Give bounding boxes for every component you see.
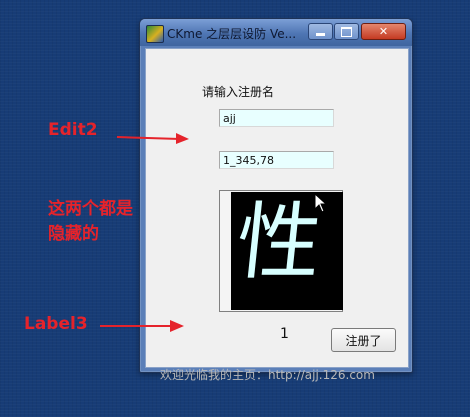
annotation-arrow-label3: [100, 320, 184, 332]
title-bar[interactable]: CKme 之层层设防 Ve... ✕: [140, 19, 412, 46]
minimize-button[interactable]: [308, 23, 333, 40]
annotation-label3: Label3: [24, 314, 88, 334]
maximize-icon: [341, 26, 352, 37]
prompt-label: 请输入注册名: [202, 85, 275, 99]
minimize-icon: [316, 33, 325, 36]
captcha-image-frame: 性: [219, 190, 343, 312]
close-button[interactable]: ✕: [361, 23, 406, 40]
edit2-input[interactable]: [219, 151, 334, 169]
annotation-arrow-edit2: [116, 133, 189, 144]
annotation-edit2: Edit2: [48, 120, 98, 140]
maximize-button[interactable]: [334, 23, 359, 40]
mouse-cursor-icon: [314, 193, 328, 213]
edit1-input[interactable]: [219, 109, 334, 127]
number-label: 1: [280, 326, 289, 342]
window-title: CKme 之层层设防 Ve...: [167, 27, 297, 41]
close-icon: ✕: [378, 25, 389, 38]
captcha-character: 性: [231, 193, 327, 291]
app-icon[interactable]: [146, 25, 164, 43]
register-button[interactable]: 注册了: [331, 328, 396, 352]
annotation-hidden: 这两个都是 隐藏的: [48, 197, 133, 247]
annotation-hidden-line2: 隐藏的: [48, 224, 99, 244]
annotation-hidden-line1: 这两个都是: [48, 199, 133, 219]
homepage-label[interactable]: 欢迎光临我的主页：http://ajj.126.com: [160, 366, 375, 383]
